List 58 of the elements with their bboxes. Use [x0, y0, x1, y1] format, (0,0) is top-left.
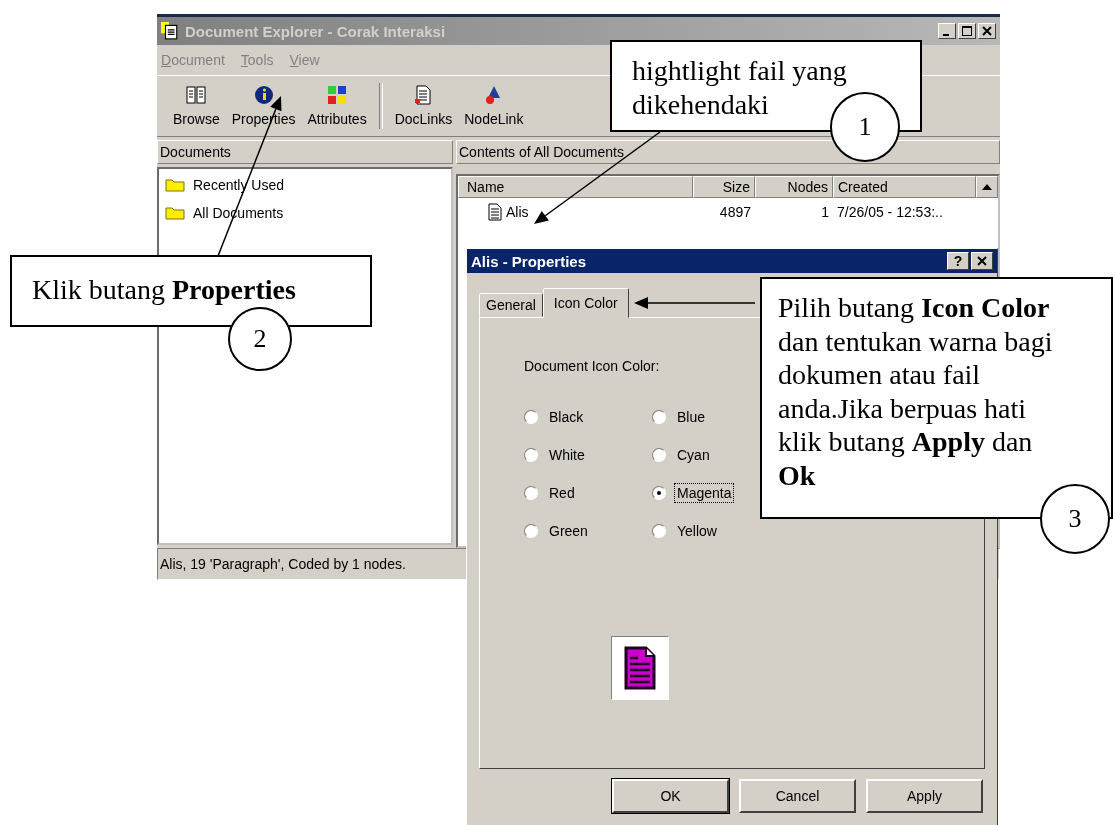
table-cell-text: 7/26/05 - 12:53:.. — [836, 204, 944, 220]
column-header[interactable]: Size — [693, 176, 755, 198]
info-icon — [253, 85, 274, 105]
radio-option[interactable]: Green — [524, 521, 591, 541]
triangle-up-icon — [982, 184, 992, 190]
radio-button[interactable] — [652, 486, 666, 500]
dialog-title: Alis - Properties — [471, 252, 588, 270]
book-icon — [186, 85, 207, 105]
scroll-up-button[interactable] — [976, 176, 998, 198]
document-icon — [488, 203, 502, 221]
table-cell[interactable]: Alis — [458, 203, 693, 221]
panel-header: Documents — [157, 140, 453, 164]
table-cell-text: 1 — [820, 204, 830, 220]
dialog-button[interactable]: Cancel — [739, 779, 856, 813]
radio-option[interactable]: Red — [524, 483, 578, 503]
tab[interactable]: Icon Color — [542, 288, 629, 318]
close-icon — [982, 26, 992, 36]
dialog-button[interactable]: Apply — [866, 779, 983, 813]
dialog-button[interactable]: OK — [612, 779, 729, 813]
minimize-icon — [943, 34, 949, 36]
close-icon — [977, 256, 987, 266]
toolbar-button[interactable]: Browse — [167, 85, 226, 127]
table-cell-text: 4897 — [718, 204, 752, 220]
maximize-button[interactable] — [958, 23, 976, 39]
radio-button[interactable] — [524, 524, 538, 538]
step-number: 3 — [1040, 484, 1110, 554]
radio-option[interactable]: White — [524, 445, 588, 465]
document-link-icon — [413, 85, 434, 105]
window-title: Document Explorer - Corak Interaksi — [185, 22, 447, 40]
folder-icon — [165, 178, 185, 192]
radio-option[interactable]: Black — [524, 407, 587, 427]
close-button[interactable] — [971, 252, 993, 270]
radio-button[interactable] — [652, 448, 666, 462]
radio-button[interactable] — [524, 410, 538, 424]
column-header[interactable]: Created — [833, 176, 976, 198]
radio-button[interactable] — [652, 524, 666, 538]
document-icon — [161, 22, 179, 40]
radio-button[interactable] — [652, 410, 666, 424]
panel-header: Contents of All Documents — [456, 140, 1000, 164]
radio-option[interactable]: Yellow — [652, 521, 720, 541]
tab[interactable]: General — [479, 293, 543, 317]
maximize-icon — [962, 26, 972, 36]
column-header[interactable]: Nodes — [755, 176, 833, 198]
callout-text: Klik butang Properties — [32, 273, 297, 307]
folder-icon — [165, 206, 185, 220]
radio-button[interactable] — [524, 448, 538, 462]
toolbar-button[interactable]: DocLinks — [388, 85, 459, 127]
group-label: Document Icon Color: — [524, 358, 660, 374]
help-button[interactable]: ? — [947, 252, 969, 270]
radio-button[interactable] — [524, 486, 538, 500]
radio-option[interactable]: Cyan — [652, 445, 713, 465]
toolbar-button[interactable]: Attributes — [301, 85, 373, 127]
close-button[interactable] — [978, 23, 996, 39]
toolbar-button[interactable]: NodeLink — [458, 85, 530, 127]
grid-icon — [327, 85, 348, 105]
column-header[interactable]: Name — [458, 176, 693, 198]
minimize-button[interactable] — [938, 23, 956, 39]
radio-option[interactable]: Blue — [652, 407, 709, 427]
